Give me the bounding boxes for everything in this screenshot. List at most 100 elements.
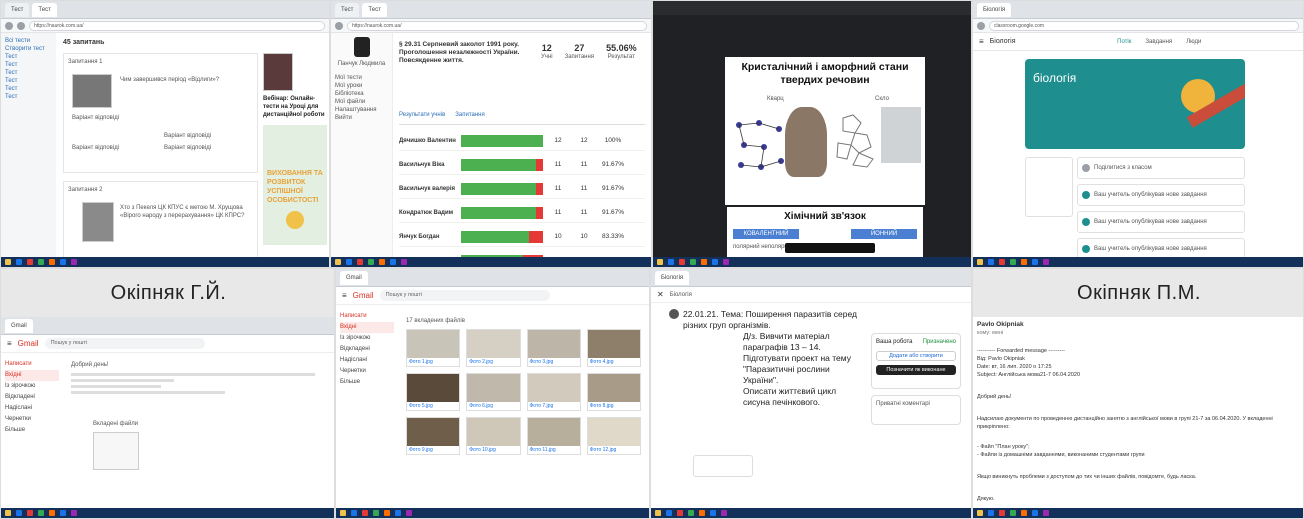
answer-option[interactable]: Варіант відповіді <box>72 144 119 152</box>
sidebar-item[interactable]: Тест <box>5 53 52 61</box>
browser-tab[interactable]: Тест <box>362 2 387 17</box>
taskbar-app-icon[interactable] <box>49 510 55 516</box>
attachment-thumbnail[interactable]: Фото 7.jpg <box>526 373 581 411</box>
compose-button[interactable]: Написати <box>5 359 59 370</box>
url-field[interactable]: classroom.google.com <box>989 20 1299 31</box>
taskbar-app-icon[interactable] <box>60 510 66 516</box>
taskbar-app-icon[interactable] <box>368 259 374 265</box>
taskbar-app-icon[interactable] <box>999 259 1005 265</box>
browser-tab[interactable]: Gmail <box>5 318 33 333</box>
attachment-thumbnail[interactable]: Фото 1.jpg <box>406 329 461 367</box>
student-row[interactable]: Кондратюк Вадим 11 11 91.67% <box>399 203 645 223</box>
taskbar-app-icon[interactable] <box>712 259 718 265</box>
taskbar-app-icon[interactable] <box>38 259 44 265</box>
sidebar-item[interactable]: Всі тести <box>5 37 52 45</box>
attachment-thumbnail[interactable]: Фото 2.jpg <box>466 329 521 367</box>
student-row[interactable]: Янчук Богдан 10 10 83.33% <box>399 227 645 247</box>
taskbar-app-icon[interactable] <box>27 510 33 516</box>
browser-tab[interactable]: Тест <box>5 2 30 17</box>
answer-option[interactable]: Варіант відповіді <box>164 144 211 152</box>
taskbar-app-icon[interactable] <box>988 259 994 265</box>
recipient[interactable]: кому: мені <box>977 329 1299 337</box>
attachment-thumbnail[interactable]: Фото 3.jpg <box>526 329 581 367</box>
answer-option[interactable]: Варіант відповіді <box>72 114 119 122</box>
back-icon[interactable] <box>977 21 985 30</box>
attachment-thumbnail[interactable]: Фото 5.jpg <box>406 373 461 411</box>
taskbar-app-icon[interactable] <box>701 259 707 265</box>
taskbar-app-icon[interactable] <box>401 259 407 265</box>
tab-questions[interactable]: Запитання <box>455 111 484 124</box>
player-controls[interactable] <box>785 243 875 253</box>
browser-tab[interactable]: Біологія <box>977 2 1012 17</box>
taskbar-app-icon[interactable] <box>340 510 346 516</box>
taskbar-app-icon[interactable] <box>362 510 368 516</box>
student-row[interactable]: Дячишко Валентин 12 12 100% <box>399 131 645 151</box>
menu-item[interactable]: Бібліотека <box>335 90 388 98</box>
add-or-create-button[interactable]: Додати або створити <box>876 351 956 361</box>
taskbar-app-icon[interactable] <box>395 510 401 516</box>
ad-banner[interactable]: ВИХОВАННЯ ТА РОЗВИТОК УСПІШНОЇ ОСОБИСТОС… <box>263 125 327 245</box>
folder-starred[interactable]: Із зірочкою <box>340 333 394 344</box>
taskbar-app-icon[interactable] <box>5 510 11 516</box>
attachment-thumbnail[interactable]: Фото 10.jpg <box>466 417 521 455</box>
taskbar-app-icon[interactable] <box>27 259 33 265</box>
menu-icon[interactable]: ≡ <box>7 339 12 348</box>
taskbar-app-icon[interactable] <box>699 510 705 516</box>
browser-tab[interactable]: Gmail <box>340 270 368 285</box>
url-field[interactable]: https://naurok.com.ua/ <box>29 20 325 31</box>
compose-button[interactable]: Написати <box>340 311 394 322</box>
sidebar-item[interactable]: Тест <box>5 85 52 93</box>
folder-starred[interactable]: Із зірочкою <box>5 381 59 392</box>
folder-snoozed[interactable]: Відкладені <box>5 392 59 403</box>
taskbar-app-icon[interactable] <box>1010 510 1016 516</box>
mark-done-button[interactable]: Позначити як виконане <box>876 365 956 375</box>
browser-tab[interactable]: Тест <box>32 2 57 17</box>
menu-icon[interactable]: ≡ <box>342 291 347 300</box>
taskbar-app-icon[interactable] <box>988 510 994 516</box>
taskbar-app-icon[interactable] <box>721 510 727 516</box>
taskbar-app-icon[interactable] <box>977 259 983 265</box>
taskbar-app-icon[interactable] <box>1021 510 1027 516</box>
reload-icon[interactable] <box>17 21 25 30</box>
url-field[interactable]: https://naurok.com.ua/ <box>347 20 647 31</box>
menu-icon[interactable]: ≡ <box>979 37 984 46</box>
attachment-thumbnail[interactable]: Фото 12.jpg <box>586 417 641 455</box>
taskbar-app-icon[interactable] <box>71 510 77 516</box>
attachment-thumbnail[interactable]: Фото 11.jpg <box>526 417 581 455</box>
taskbar-app-icon[interactable] <box>657 259 663 265</box>
attachment-preview[interactable] <box>93 432 139 470</box>
folder-inbox[interactable]: Вхідні <box>340 322 394 333</box>
taskbar-app-icon[interactable] <box>335 259 341 265</box>
attachment-thumbnail[interactable]: Фото 9.jpg <box>406 417 461 455</box>
taskbar-app-icon[interactable] <box>351 510 357 516</box>
folder-sent[interactable]: Надіслані <box>340 355 394 366</box>
taskbar-app-icon[interactable] <box>16 510 22 516</box>
taskbar-app-icon[interactable] <box>1043 259 1049 265</box>
taskbar-app-icon[interactable] <box>49 259 55 265</box>
folder-sent[interactable]: Надіслані <box>5 403 59 414</box>
taskbar-app-icon[interactable] <box>16 259 22 265</box>
taskbar-app-icon[interactable] <box>1021 259 1027 265</box>
sidebar-item[interactable]: Тест <box>5 69 52 77</box>
taskbar-app-icon[interactable] <box>357 259 363 265</box>
taskbar-app-icon[interactable] <box>655 510 661 516</box>
folder-drafts[interactable]: Чернетки <box>340 366 394 377</box>
folder-more[interactable]: Більше <box>340 377 394 388</box>
sidebar-item[interactable]: Тест <box>5 93 52 101</box>
close-icon[interactable]: ✕ <box>657 290 664 299</box>
ad-title[interactable]: Вебінар: Онлайн-тести на Уроці для диста… <box>263 95 327 119</box>
taskbar-app-icon[interactable] <box>1032 510 1038 516</box>
taskbar-app-icon[interactable] <box>677 510 683 516</box>
taskbar-app-icon[interactable] <box>1032 259 1038 265</box>
post[interactable]: Ваш учитель опублікував нове завдання <box>1077 211 1245 233</box>
taskbar-app-icon[interactable] <box>977 510 983 516</box>
taskbar-app-icon[interactable] <box>688 510 694 516</box>
browser-tab[interactable]: Тест <box>335 2 360 17</box>
taskbar-app-icon[interactable] <box>5 259 11 265</box>
taskbar-app-icon[interactable] <box>38 510 44 516</box>
taskbar-app-icon[interactable] <box>666 510 672 516</box>
taskbar-app-icon[interactable] <box>60 259 66 265</box>
taskbar-app-icon[interactable] <box>373 510 379 516</box>
sidebar-item[interactable]: Тест <box>5 61 52 69</box>
taskbar-app-icon[interactable] <box>1010 259 1016 265</box>
